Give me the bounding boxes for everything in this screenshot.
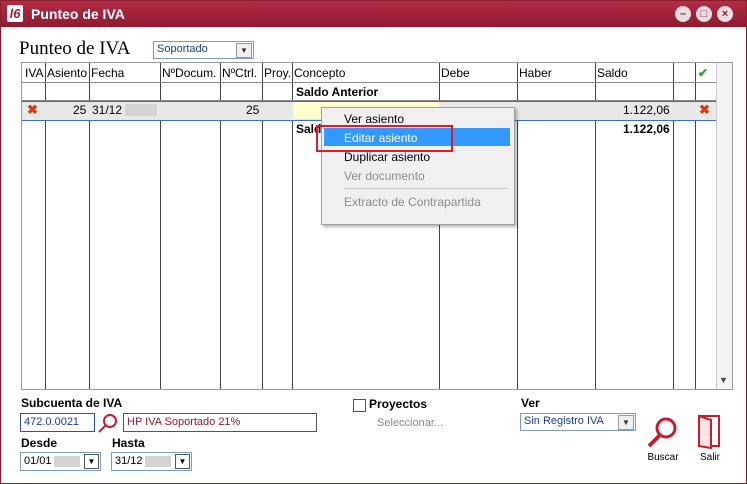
blurred-text [54,456,80,467]
maximize-icon[interactable]: □ [696,6,712,22]
header-asiento[interactable]: Asiento [47,66,87,80]
punteo-iva-window: l6 Punteo de IVA – □ × Punteo de IVA Sop… [0,0,747,484]
chevron-down-icon[interactable]: ▼ [175,454,190,469]
chevron-down-icon[interactable]: ▼ [618,415,634,430]
row-saldo: 1.122,06 [623,103,670,117]
vertical-scrollbar[interactable]: ▼ [716,63,732,389]
menu-item-ver-documento[interactable]: Ver documento [344,169,425,183]
menu-item-ver-asiento[interactable]: Ver asiento [344,112,404,126]
buscar-label: Buscar [647,452,679,463]
menu-separator [344,188,508,189]
header-iva[interactable]: IVA [25,66,43,80]
iva-type-select[interactable]: Soportado ▼ [153,41,254,59]
desde-value: 01/01 [24,455,52,467]
header-proy[interactable]: Proy. [264,66,291,80]
proyectos-checkbox[interactable] [353,399,366,412]
search-icon[interactable] [97,413,119,433]
row-nctrl: 25 [246,103,260,117]
subcuenta-label: Subcuenta de IVA [21,396,123,410]
chevron-down-icon[interactable]: ▼ [84,454,99,469]
subcuenta-desc-text: HP IVA Soportado 21% [127,416,241,428]
ver-value: Sin Registro IVA [524,415,604,427]
desde-label: Desde [21,436,58,450]
saldo-total-value: 1.122,06 [623,122,670,136]
proyectos-label: Proyectos [369,397,428,411]
hasta-label: Hasta [112,436,145,450]
check-all-icon[interactable]: ✔ [698,66,708,80]
seleccionar-link[interactable]: Seleccionar... [377,417,443,429]
header-divider [22,82,716,83]
blurred-text [145,456,171,467]
iva-type-value: Soportado [157,43,208,55]
subcuenta-description: HP IVA Soportado 21% [123,413,317,432]
blurred-text [125,104,157,116]
header-ndocum[interactable]: NºDocum. [162,66,216,80]
hasta-date-field[interactable]: 31/12 ▼ [111,452,192,471]
exit-door-icon [698,414,720,450]
magnifier-icon [647,417,677,448]
menu-item-extracto-contrapartida[interactable]: Extracto de Contrapartida [344,195,481,209]
scroll-down-icon[interactable]: ▼ [719,375,728,385]
menu-item-duplicar-asiento[interactable]: Duplicar asiento [344,150,430,164]
highlight-annotation [316,125,453,152]
row-fecha: 31/12 [92,103,123,117]
close-icon[interactable]: × [717,6,733,22]
ver-select[interactable]: Sin Registro IVA ▼ [520,413,636,431]
ver-label: Ver [521,396,540,410]
salir-button[interactable]: Salir [693,413,727,463]
header-nctrl[interactable]: NºCtrl. [222,66,257,80]
saldo-anterior-label: Saldo Anterior [296,85,379,99]
chevron-down-icon[interactable]: ▼ [236,43,252,58]
header-concepto[interactable]: Concepto [294,66,345,80]
hasta-value: 31/12 [115,455,143,467]
form-title: Punteo de IVA [19,38,131,59]
subcuenta-input[interactable]: 472.0.0021 [20,413,95,432]
header-haber[interactable]: Haber [519,66,552,80]
window-title: Punteo de IVA [31,6,125,22]
desde-date-field[interactable]: 01/01 ▼ [20,452,101,471]
unchecked-x-icon[interactable]: ✖ [699,102,710,118]
header-debe[interactable]: Debe [441,66,470,80]
unchecked-x-icon[interactable]: ✖ [27,102,38,118]
app-logo-icon: l6 [7,5,23,22]
subcuenta-value: 472.0.0021 [24,416,80,428]
header-fecha[interactable]: Fecha [91,66,124,80]
title-bar: l6 Punteo de IVA – □ × [1,1,746,27]
row-asiento: 25 [73,103,87,117]
minimize-icon[interactable]: – [675,6,691,22]
buscar-button[interactable]: Buscar [643,415,683,463]
salir-label: Salir [699,452,720,463]
header-saldo[interactable]: Saldo [597,66,628,80]
